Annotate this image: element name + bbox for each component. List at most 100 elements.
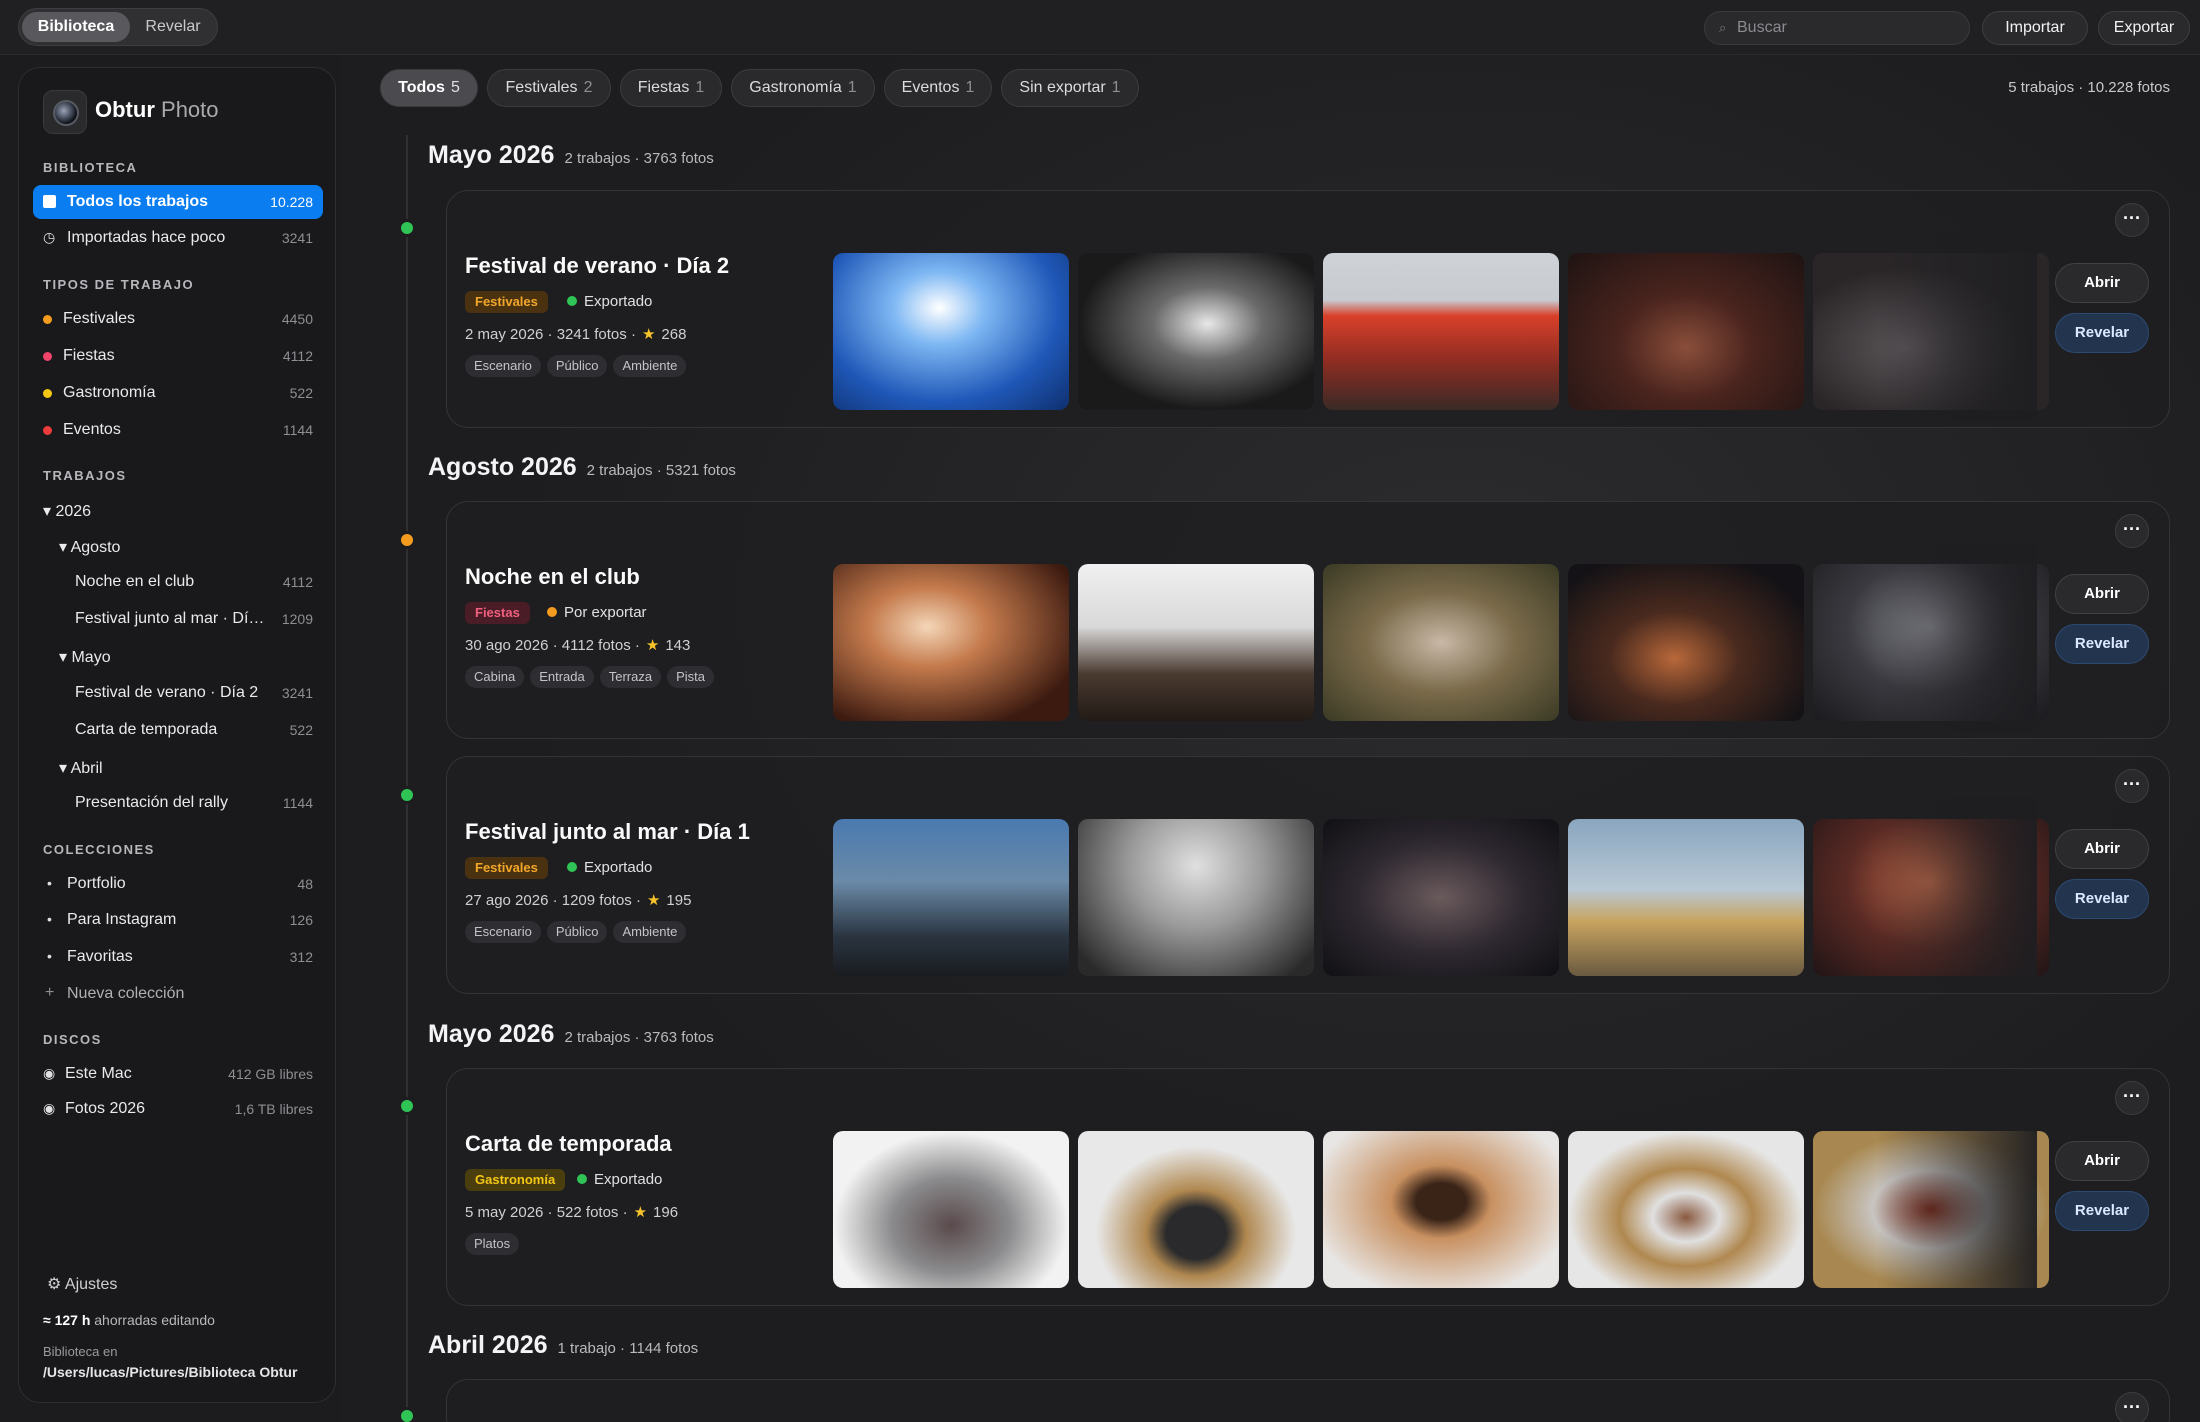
- photo-thumbnail[interactable]: [1568, 564, 1804, 721]
- tag[interactable]: Cabina: [465, 666, 525, 688]
- more-options-button[interactable]: ···: [2115, 1392, 2149, 1422]
- import-button[interactable]: Importar: [1982, 11, 2088, 45]
- tree-item-festival-verano[interactable]: Festival de verano · Día 2 3241: [33, 676, 323, 710]
- sidebar-item-fotos-2026[interactable]: ◉ Fotos 2026 1,6 TB libres: [33, 1092, 323, 1126]
- job-card-festival-mar[interactable]: ··· Festival junto al mar · Día 1 Festiv…: [446, 756, 2170, 994]
- job-card-noche-club[interactable]: ··· Noche en el club Fiestas Por exporta…: [446, 501, 2170, 739]
- job-title: Festival junto al mar · Día 1: [465, 819, 750, 844]
- tree-item-carta-temporada[interactable]: Carta de temporada 522: [33, 713, 323, 747]
- bullet-icon: •: [47, 948, 52, 964]
- search-box[interactable]: ⌕: [1704, 11, 1970, 45]
- photo-thumbnail[interactable]: [833, 253, 1069, 410]
- photo-thumbnail[interactable]: [833, 1131, 1069, 1288]
- job-card-carta-temporada[interactable]: ··· Carta de temporada Gastronomía Expor…: [446, 1068, 2170, 1306]
- photo-thumbnail[interactable]: [1323, 564, 1559, 721]
- filter-chip-festivales[interactable]: Festivales 2: [487, 69, 611, 107]
- tag[interactable]: Escenario: [465, 355, 541, 377]
- settings-link[interactable]: ⚙ Ajustes: [47, 1274, 117, 1294]
- more-options-button[interactable]: ···: [2115, 1081, 2149, 1115]
- star-icon: ★: [641, 326, 656, 343]
- tree-item-mayo[interactable]: ▾ Mayo: [33, 639, 323, 673]
- photo-thumbnail[interactable]: [833, 819, 1069, 976]
- tag[interactable]: Escenario: [465, 921, 541, 943]
- timeline-line: [406, 135, 408, 1422]
- reveal-button[interactable]: Revelar: [2055, 879, 2149, 919]
- sidebar-item-portfolio[interactable]: • Portfolio 48: [33, 867, 323, 901]
- sidebar-item-fiestas[interactable]: Fiestas 4112: [33, 339, 323, 373]
- tag[interactable]: Platos: [465, 1233, 520, 1255]
- type-badge: Gastronomía: [465, 1169, 566, 1191]
- section-header-types: TIPOS DE TRABAJO: [43, 277, 195, 292]
- segment-revelar[interactable]: Revelar: [131, 12, 215, 42]
- photo-thumbnail[interactable]: [1078, 819, 1314, 976]
- new-collection-button[interactable]: + Nueva colección: [33, 977, 323, 1011]
- open-button[interactable]: Abrir: [2055, 574, 2149, 614]
- tree-item-festival-mar[interactable]: Festival junto al mar · Dí… 1209: [33, 602, 323, 636]
- search-input[interactable]: [1737, 13, 1957, 43]
- more-options-button[interactable]: ···: [2115, 514, 2149, 548]
- export-button[interactable]: Exportar: [2098, 11, 2190, 45]
- sidebar-item-este-mac[interactable]: ◉ Este Mac 412 GB libres: [33, 1057, 323, 1091]
- export-status: Exportado: [567, 293, 652, 310]
- filter-chip-sin-exportar[interactable]: Sin exportar 1: [1001, 69, 1139, 107]
- timeline-dot: [398, 1407, 416, 1422]
- more-options-button[interactable]: ···: [2115, 203, 2149, 237]
- filter-chip-eventos[interactable]: Eventos 1: [884, 69, 992, 107]
- type-dot-icon: [43, 352, 52, 361]
- status-dot-icon: [577, 1174, 587, 1184]
- open-button[interactable]: Abrir: [2055, 1141, 2149, 1181]
- filter-chip-gastronomia[interactable]: Gastronomía 1: [731, 69, 875, 107]
- photo-thumbnail[interactable]: [1568, 253, 1804, 410]
- photo-thumbnail[interactable]: [833, 564, 1069, 721]
- tag[interactable]: Terraza: [599, 666, 662, 688]
- reveal-button[interactable]: Revelar: [2055, 1191, 2149, 1231]
- photo-thumbnail[interactable]: [1568, 819, 1804, 976]
- camera-lens-icon: [53, 100, 79, 126]
- photo-thumbnail[interactable]: [1568, 1131, 1804, 1288]
- photo-thumbnail[interactable]: [1078, 1131, 1314, 1288]
- sidebar-item-para-instagram[interactable]: • Para Instagram 126: [33, 903, 323, 937]
- sidebar-item-all-jobs[interactable]: Todos los trabajos 10.228: [33, 185, 323, 219]
- month-header: Abril 2026 1 trabajo · 1144 fotos: [428, 1331, 699, 1359]
- plus-icon: +: [45, 984, 55, 1001]
- type-dot-icon: [43, 315, 52, 324]
- job-meta: 27 ago 2026 · 1209 fotos · ★ 195: [465, 892, 692, 909]
- sidebar-item-eventos[interactable]: Eventos 1144: [33, 413, 323, 447]
- reveal-button[interactable]: Revelar: [2055, 313, 2149, 353]
- tag[interactable]: Ambiente: [613, 921, 687, 943]
- photo-thumbnail[interactable]: [1323, 819, 1559, 976]
- job-card-festival-verano[interactable]: ··· Festival de verano · Día 2 Festivale…: [446, 190, 2170, 428]
- tree-item-noche-club[interactable]: Noche en el club 4112: [33, 565, 323, 599]
- filter-chip-fiestas[interactable]: Fiestas 1: [620, 69, 722, 107]
- sidebar-item-favoritas[interactable]: • Favoritas 312: [33, 940, 323, 974]
- reveal-button[interactable]: Revelar: [2055, 624, 2149, 664]
- sidebar-item-festivales[interactable]: Festivales 4450: [33, 302, 323, 336]
- tree-item-2026[interactable]: ▾ 2026: [33, 493, 323, 527]
- tree-item-presentacion-rally[interactable]: Presentación del rally 1144: [33, 786, 323, 820]
- open-button[interactable]: Abrir: [2055, 829, 2149, 869]
- sidebar-item-gastronomia[interactable]: Gastronomía 522: [33, 376, 323, 410]
- more-options-button[interactable]: ···: [2115, 769, 2149, 803]
- photo-thumbnail[interactable]: [1323, 253, 1559, 410]
- tag[interactable]: Pista: [667, 666, 715, 688]
- open-button[interactable]: Abrir: [2055, 263, 2149, 303]
- tree-item-agosto[interactable]: ▾ Agosto: [33, 529, 323, 563]
- section-header-disks: DISCOS: [43, 1032, 102, 1047]
- tag[interactable]: Entrada: [530, 666, 594, 688]
- star-icon: ★: [633, 1204, 648, 1221]
- photo-thumbnail[interactable]: [1078, 253, 1314, 410]
- photo-thumbnail[interactable]: [1323, 1131, 1559, 1288]
- photo-thumbnail[interactable]: [1078, 564, 1314, 721]
- tree-item-abril[interactable]: ▾ Abril: [33, 750, 323, 784]
- sidebar-item-recent-imports[interactable]: ◷ Importadas hace poco 3241: [33, 221, 323, 255]
- job-card-presentacion-rally[interactable]: ···: [446, 1379, 2170, 1422]
- segment-biblioteca[interactable]: Biblioteca: [22, 12, 130, 42]
- job-title: Carta de temporada: [465, 1131, 672, 1156]
- clock-icon: ◷: [43, 229, 56, 245]
- tag[interactable]: Ambiente: [613, 355, 687, 377]
- tag[interactable]: Público: [546, 355, 608, 377]
- disk-icon: ◉: [43, 1065, 56, 1081]
- filter-chip-todos[interactable]: Todos 5: [380, 69, 478, 107]
- gear-icon: ⚙: [47, 1276, 62, 1293]
- tag[interactable]: Público: [546, 921, 608, 943]
